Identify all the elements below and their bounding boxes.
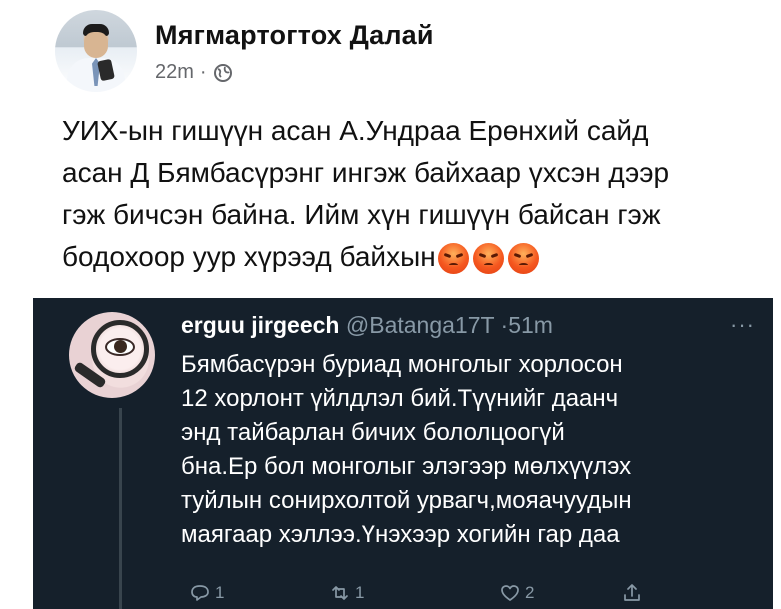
- author-info: Мягмартогтох Далай 22m ·: [155, 20, 434, 84]
- retweet-icon: [332, 586, 348, 600]
- like-button[interactable]: 2: [499, 582, 534, 604]
- tweet-text-line: энд тайбарлан бичих бололцоогүй: [181, 419, 565, 446]
- reply-count: 1: [215, 583, 225, 602]
- post-header: Мягмартогтох Далай 22m ·: [55, 10, 434, 92]
- post-text-line: УИХ-ын гишүүн асан А.Ундраа Ерөнхий сайд: [62, 115, 649, 146]
- tweet-text-line: бна.Ер бол монголыг элэгээр мөлхүүлэх: [181, 453, 632, 480]
- post-meta: 22m ·: [155, 61, 434, 84]
- tweet-author-name[interactable]: erguu jirgeech: [181, 312, 339, 338]
- share-icon: [624, 584, 640, 601]
- angry-face-icon: [507, 243, 539, 275]
- share-button[interactable]: [621, 582, 643, 604]
- thread-line: [119, 408, 122, 609]
- retweet-button[interactable]: 1: [329, 582, 364, 604]
- reply-button[interactable]: 1: [189, 582, 224, 604]
- reply-icon: [191, 585, 209, 601]
- post-text: УИХ-ын гишүүн асан А.Ундраа Ерөнхий сайд…: [62, 110, 762, 278]
- post-text-line-last: бодохоор уур хүрээд байхын: [62, 236, 762, 278]
- post-text-segment: бодохоор уур хүрээд байхын: [62, 241, 436, 272]
- tweet-screenshot: erguu jirgeech @Batanga17T ·51m ··· Бямб…: [33, 298, 773, 609]
- retweet-count: 1: [355, 583, 365, 602]
- globe-icon: [213, 63, 233, 83]
- author-name[interactable]: Мягмартогтох Далай: [155, 20, 434, 51]
- more-options-icon[interactable]: ···: [730, 312, 755, 338]
- tweet-author-handle[interactable]: @Batanga17T: [346, 312, 494, 338]
- tweet-text-line: 12 хорлонт үйлдлэл бий.Түүнийг даанч: [181, 385, 619, 412]
- post-text-line: гэж бичсэн байна. Ийм хүн гишүүн байсан …: [62, 199, 661, 230]
- facebook-post: Мягмартогтох Далай 22m · УИХ-ын гишүүн а…: [0, 0, 781, 609]
- tweet-text-line: туйлын сонирхолтой урвагч,мояачуудын: [181, 487, 632, 514]
- tweet-body: Бямбасүрэн буриад монголыг хорлосон 12 х…: [181, 348, 761, 552]
- tweet-avatar[interactable]: [69, 312, 155, 398]
- tweet-time[interactable]: 51m: [508, 312, 553, 338]
- pupil: [114, 340, 127, 353]
- tweet-text-line: маягаар хэллээ.Үнэхээр хогийн гар даа: [181, 521, 620, 548]
- tweet-header: erguu jirgeech @Batanga17T ·51m: [181, 312, 553, 339]
- emoji-row: [437, 243, 539, 275]
- angry-face-icon: [472, 243, 504, 275]
- tweet-text-line: Бямбасүрэн буриад монголыг хорлосон: [181, 351, 623, 378]
- author-avatar[interactable]: [55, 10, 137, 92]
- avatar-face: [84, 32, 108, 58]
- post-time[interactable]: 22m: [155, 61, 194, 84]
- meta-separator: ·: [199, 61, 207, 83]
- angry-face-icon: [437, 243, 469, 275]
- tweet-actions: 1 1 2: [181, 582, 741, 609]
- heart-icon: [501, 585, 519, 601]
- post-text-line: асан Д Бямбасүрэнг ингэж байхаар үхсэн д…: [62, 157, 670, 188]
- like-count: 2: [525, 583, 535, 602]
